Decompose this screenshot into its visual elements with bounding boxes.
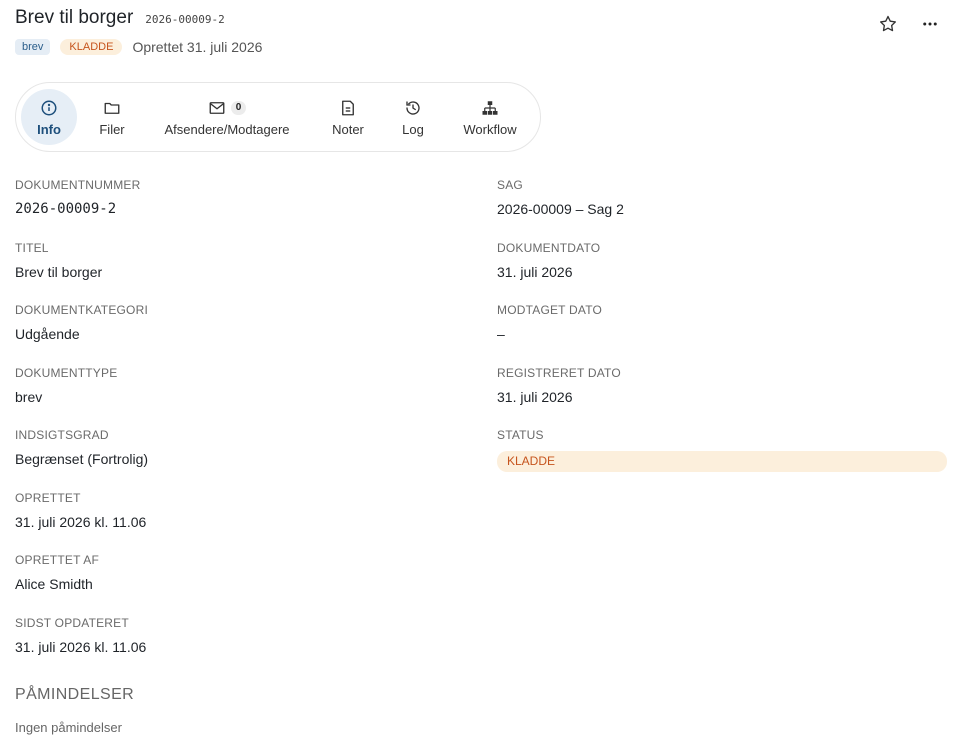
reminders-empty-text: Ingen påmindelser [15, 720, 122, 735]
field-document-type: DOKUMENTTYPE brev [15, 366, 475, 405]
field-value: 31. juli 2026 kl. 11.06 [15, 639, 147, 655]
field-label: DOKUMENTTYPE [15, 366, 118, 380]
tab-label: Workflow [463, 122, 517, 137]
field-label: DOKUMENTKATEGORI [15, 303, 148, 317]
field-label: OPRETTET [15, 491, 81, 505]
folder-icon [104, 102, 120, 114]
tab-label: Afsendere/Modtagere [164, 122, 290, 137]
field-value: 31. juli 2026 [497, 389, 573, 405]
tab-label: Filer [99, 122, 125, 137]
mail-icon [209, 102, 225, 114]
field-document-number: DOKUMENTNUMMER 2026-00009-2 [15, 178, 475, 217]
document-type-chip: brev [15, 39, 51, 55]
more-options-button[interactable] [916, 12, 944, 36]
status-chip: KLADDE [60, 39, 123, 55]
field-value: Begrænset (Fortrolig) [15, 451, 149, 467]
field-value: 31. juli 2026 [497, 264, 573, 280]
field-label: SIDST OPDATERET [15, 616, 129, 630]
field-value: – [497, 326, 505, 342]
field-label: DOKUMENTDATO [497, 241, 601, 255]
field-label: TITEL [15, 241, 49, 255]
recipients-count-badge: 0 [230, 101, 247, 115]
field-label: DOKUMENTNUMMER [15, 178, 141, 192]
field-registered-date: REGISTRERET DATO 31. juli 2026 [497, 366, 957, 405]
field-access-level: INDSIGTSGRAD Begrænset (Fortrolig) [15, 428, 475, 467]
tab-label: Noter [332, 122, 364, 137]
field-value: 2026-00009-2 [15, 201, 117, 217]
field-label: OPRETTET AF [15, 553, 99, 567]
title-row: Brev til borger 2026-00009-2 [15, 6, 944, 30]
field-document-category: DOKUMENTKATEGORI Udgående [15, 303, 475, 342]
field-created: OPRETTET 31. juli 2026 kl. 11.06 [15, 491, 475, 530]
field-label: INDSIGTSGRAD [15, 428, 109, 442]
field-value: Brev til borger [15, 264, 103, 280]
case-link[interactable]: 2026-00009 – Sag 2 [497, 201, 957, 217]
status-value: KLADDE [507, 454, 556, 468]
field-received-date: MODTAGET DATO – [497, 303, 957, 342]
field-last-updated: SIDST OPDATERET 31. juli 2026 kl. 11.06 [15, 616, 475, 655]
field-value: Udgående [15, 326, 80, 342]
tab-info[interactable]: Info [21, 89, 77, 145]
field-created-by: OPRETTET AF Alice Smidth [15, 553, 475, 592]
tab-workflow[interactable]: Workflow [456, 89, 524, 145]
favorite-button[interactable] [874, 12, 902, 36]
field-label: MODTAGET DATO [497, 303, 603, 317]
tab-label: Log [402, 122, 424, 137]
tab-senders-recipients[interactable]: 0 Afsendere/Modtagere [156, 89, 298, 145]
document-header: Brev til borger 2026-00009-2 brev KLADDE… [15, 6, 944, 66]
info-icon [41, 100, 57, 116]
tab-log[interactable]: Log [392, 89, 434, 145]
tab-files[interactable]: Filer [88, 89, 136, 145]
field-label: REGISTRERET DATO [497, 366, 621, 380]
meta-row: brev KLADDE Oprettet 31. juli 2026 [15, 39, 944, 55]
header-doc-number: 2026-00009-2 [145, 13, 225, 26]
tab-notes[interactable]: Noter [324, 89, 372, 145]
field-document-date: DOKUMENTDATO 31. juli 2026 [497, 241, 957, 280]
star-icon [880, 15, 896, 32]
field-label: SAG [497, 178, 523, 192]
more-horizontal-icon [923, 22, 937, 26]
tab-label: Info [37, 122, 61, 137]
field-title: TITEL Brev til borger [15, 241, 475, 280]
page-title: Brev til borger [15, 7, 134, 28]
status-pill: KLADDE [497, 451, 947, 472]
field-case: SAG 2026-00009 – Sag 2 [497, 178, 957, 217]
field-value: Alice Smidth [15, 576, 93, 592]
header-actions [860, 12, 944, 36]
note-icon [342, 100, 354, 116]
workflow-icon [482, 101, 498, 115]
field-label: STATUS [497, 428, 544, 442]
created-text: Oprettet 31. juli 2026 [132, 39, 263, 55]
document-tabs: Info Filer 0 Afsendere/Modtagere Noter L… [15, 82, 541, 152]
field-status: STATUS KLADDE [497, 428, 957, 474]
history-icon [406, 101, 420, 115]
field-value: brev [15, 389, 43, 405]
field-value: 31. juli 2026 kl. 11.06 [15, 514, 147, 530]
reminders-heading: PÅMINDELSER [15, 686, 135, 703]
